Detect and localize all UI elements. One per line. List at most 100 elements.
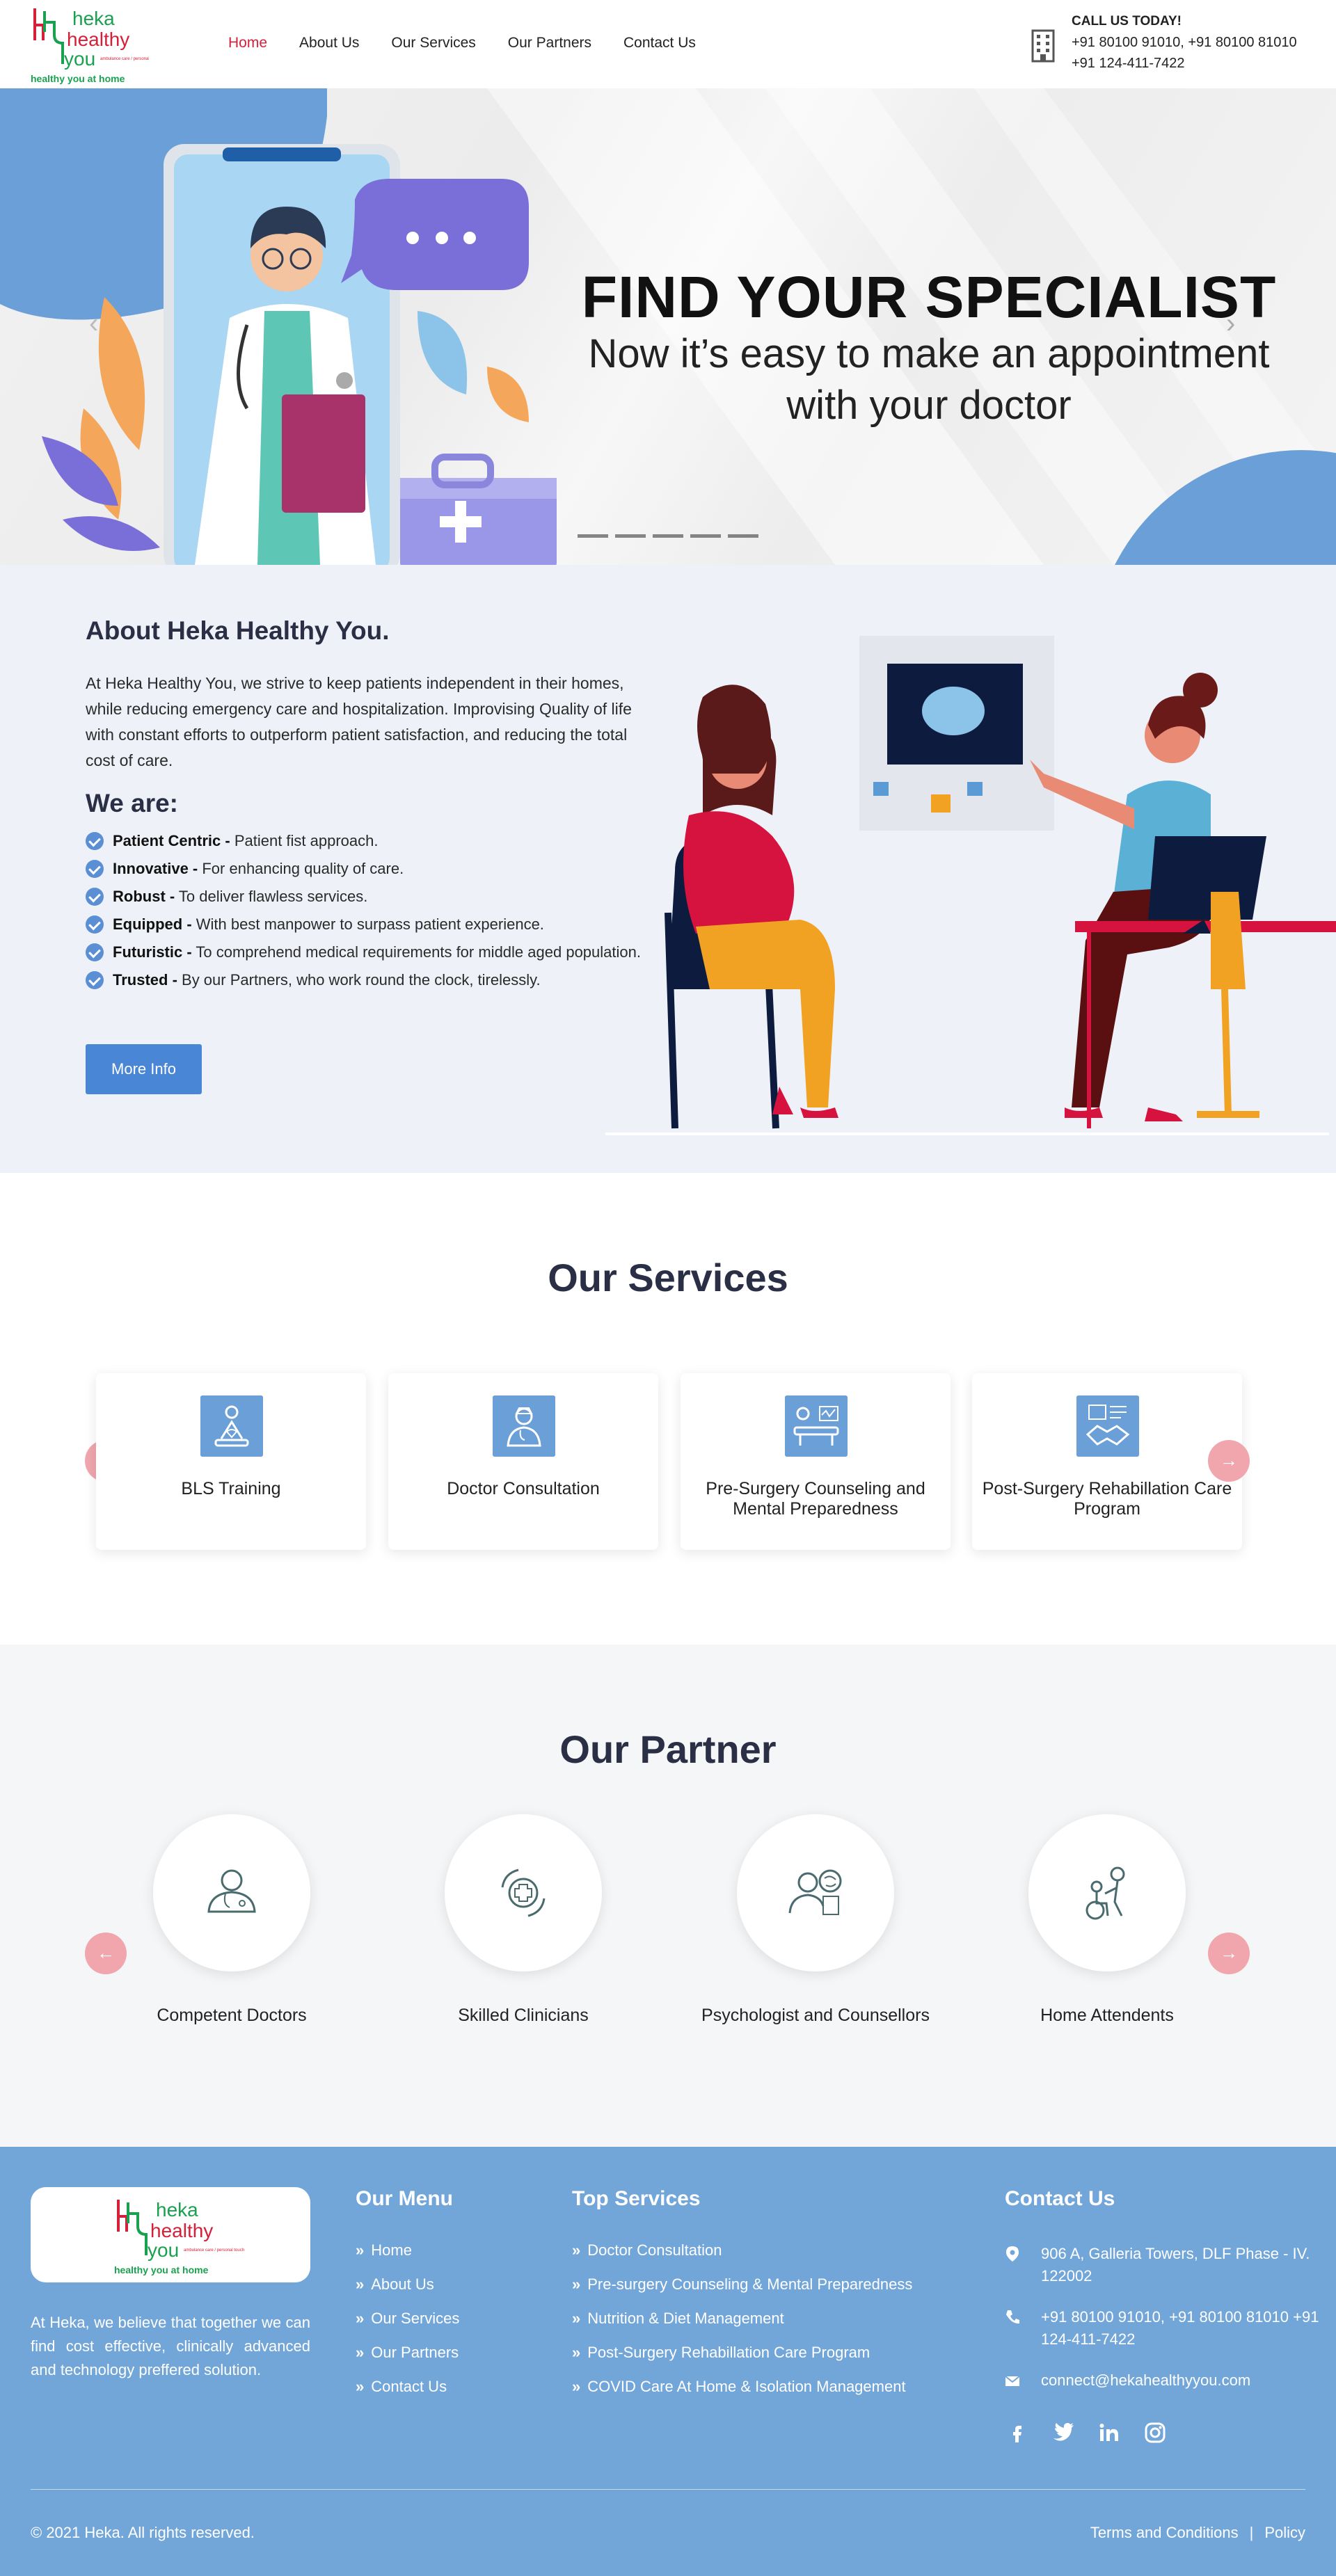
service-card-pre-surgery[interactable]: Pre-Surgery Counseling and Mental Prepar… <box>681 1373 951 1550</box>
feature-desc: By our Partners, who work round the cloc… <box>177 971 541 989</box>
services-title: Our Services <box>548 1256 788 1299</box>
doctor-patient-illustration <box>605 636 1336 1135</box>
partner-circle-attendents[interactable] <box>1028 1814 1186 1971</box>
feature-term: Equipped - <box>113 915 192 933</box>
hero-prev-arrow[interactable]: ‹ <box>89 308 98 339</box>
doctor-stethoscope-icon <box>207 1869 256 1913</box>
footer-logo-word-2: healthy <box>150 2220 213 2241</box>
footer-service-link[interactable]: COVID Care At Home & Isolation Managemen… <box>572 2376 912 2397</box>
footer-menu-about-us[interactable]: About Us <box>356 2274 459 2295</box>
slide-indicator-5[interactable] <box>728 534 758 538</box>
heka-logo[interactable]: heka healthy you ambulance care / person… <box>31 4 149 86</box>
slide-indicator-4[interactable] <box>690 534 721 538</box>
main-nav: Home About Us Our Services Our Partners … <box>228 35 728 51</box>
feature-item: Futuristic - To comprehend medical requi… <box>86 941 656 963</box>
hero-subtitle-line1: Now it’s easy to make an appointment <box>588 331 1270 376</box>
terms-link[interactable]: Terms and Conditions <box>1090 2524 1239 2542</box>
phone-icon <box>1006 2310 1019 2324</box>
medical-cross-icon <box>501 1869 546 1917</box>
footer-logo-word-1: heka <box>156 2199 198 2221</box>
footer-menu-our-services[interactable]: Our Services <box>356 2308 459 2329</box>
nav-home[interactable]: Home <box>228 35 267 51</box>
about-title: About Heka Healthy You. <box>86 616 390 645</box>
nav-our-services[interactable]: Our Services <box>391 35 475 51</box>
feature-desc: To deliver flawless services. <box>175 888 368 905</box>
service-card-bls-training[interactable]: BLS Training <box>96 1373 366 1550</box>
feature-item: Trusted - By our Partners, who work roun… <box>86 968 656 991</box>
surgery-bed-icon <box>785 1395 848 1457</box>
partners-title: Our Partner <box>559 1727 777 1771</box>
about-text: At Heka Healthy You, we strive to keep p… <box>86 674 632 769</box>
partner-circle-clinicians[interactable] <box>445 1814 602 1971</box>
partner-label: Psychologist and Counsellors <box>701 2006 930 2025</box>
partner-circle-psychologists[interactable] <box>737 1814 894 1971</box>
footer-logo-word-3: you <box>148 2239 179 2261</box>
twitter-icon[interactable] <box>1051 2420 1076 2445</box>
policy-link[interactable]: Policy <box>1264 2524 1305 2542</box>
psychologist-brain-icon <box>788 1869 842 1915</box>
linkedin-icon[interactable] <box>1097 2420 1122 2445</box>
partners-next-button[interactable]: → <box>1208 1933 1250 1974</box>
footer-address: 906 A, Galleria Towers, DLF Phase - IV. … <box>1041 2245 1310 2285</box>
footer-logo-tagline: healthy you at home <box>114 2264 209 2275</box>
footer-service-link[interactable]: Doctor Consultation <box>572 2240 912 2261</box>
services-section: Our Services ← BLS Training Doctor Consu… <box>0 1173 1336 1645</box>
facebook-icon[interactable] <box>1005 2420 1030 2445</box>
wheelchair-attendant-icon <box>1086 1866 1125 1920</box>
partner-label: Home Attendents <box>1040 2006 1174 2025</box>
footer-divider <box>31 2489 1305 2490</box>
service-label: Post-Surgery Rehabillation Care Program <box>982 1479 1232 1519</box>
partner-label: Skilled Clinicians <box>458 2006 589 2025</box>
call-phone-landline[interactable]: +91 124-411-7422 <box>1072 56 1185 72</box>
check-circle-icon <box>86 971 104 989</box>
rehab-handshake-icon <box>1076 1395 1139 1457</box>
footer-menu-contact-us[interactable]: Contact Us <box>356 2376 459 2397</box>
slide-indicator-1[interactable] <box>578 534 608 538</box>
footer-logo-box: heka healthy you ambulance care / person… <box>31 2187 310 2282</box>
services-next-button[interactable]: → <box>1208 1440 1250 1482</box>
footer-heka-logo[interactable]: heka healthy you ambulance care / person… <box>31 2187 310 2282</box>
nav-our-partners[interactable]: Our Partners <box>508 35 591 51</box>
hero-subtitle: Now it’s easy to make an appointment wit… <box>557 328 1301 431</box>
footer-email[interactable]: connect@hekahealthyyou.com <box>1041 2369 1326 2392</box>
slide-indicator-2[interactable] <box>615 534 646 538</box>
hero-slide-indicators <box>578 534 758 538</box>
call-us-title: CALL US TODAY! <box>1072 14 1182 29</box>
hero-next-arrow[interactable]: › <box>1226 308 1235 339</box>
footer-menu-our-partners[interactable]: Our Partners <box>356 2342 459 2363</box>
building-icon <box>1031 29 1055 63</box>
footer-menu-title: Our Menu <box>356 2187 453 2210</box>
about-section: About Heka Healthy You. At Heka Healthy … <box>0 565 1336 1173</box>
feature-term: Robust - <box>113 888 175 905</box>
footer-legal-links: Terms and Conditions | Policy <box>1090 2524 1305 2542</box>
slide-indicator-3[interactable] <box>653 534 683 538</box>
footer-social-links <box>1005 2420 1168 2445</box>
logo-tagline: healthy you at home <box>31 73 125 84</box>
instagram-icon[interactable] <box>1143 2420 1168 2445</box>
feature-term: Futuristic - <box>113 943 192 961</box>
service-card-post-surgery[interactable]: Post-Surgery Rehabillation Care Program <box>972 1373 1242 1550</box>
nav-about-us[interactable]: About Us <box>299 35 359 51</box>
call-us-box: CALL US TODAY! +91 80100 91010, +91 8010… <box>1028 10 1328 79</box>
footer-service-link[interactable]: Post-Surgery Rehabillation Care Program <box>572 2342 912 2363</box>
feature-term: Trusted - <box>113 971 177 989</box>
footer-about-text: At Heka, we believe that together we can… <box>31 2314 310 2378</box>
service-card-doctor-consultation[interactable]: Doctor Consultation <box>388 1373 658 1550</box>
footer-menu-home[interactable]: Home <box>356 2240 459 2261</box>
feature-term: Innovative - <box>113 860 198 877</box>
check-circle-icon <box>86 832 104 850</box>
partner-circle-doctors[interactable] <box>153 1814 310 1971</box>
nav-contact-us[interactable]: Contact Us <box>623 35 696 51</box>
logo-word-2: healthy <box>67 29 129 50</box>
footer-service-link[interactable]: Nutrition & Diet Management <box>572 2308 912 2329</box>
footer-service-link[interactable]: Pre-surgery Counseling & Mental Prepared… <box>572 2274 912 2295</box>
logo-word-1: heka <box>72 8 115 29</box>
footer-phones[interactable]: +91 80100 91010, +91 80100 81010 +91 124… <box>1041 2306 1326 2351</box>
partners-prev-button[interactable]: ← <box>85 1933 127 1974</box>
more-info-button[interactable]: More Info <box>86 1044 202 1094</box>
call-phone-numbers[interactable]: +91 80100 91010, +91 80100 81010 <box>1072 35 1297 51</box>
feature-item: Patient Centric - Patient fist approach. <box>86 829 656 852</box>
feature-list: Patient Centric - Patient fist approach.… <box>86 829 656 996</box>
partner-label: Competent Doctors <box>157 2006 307 2025</box>
feature-term: Patient Centric - <box>113 832 230 849</box>
